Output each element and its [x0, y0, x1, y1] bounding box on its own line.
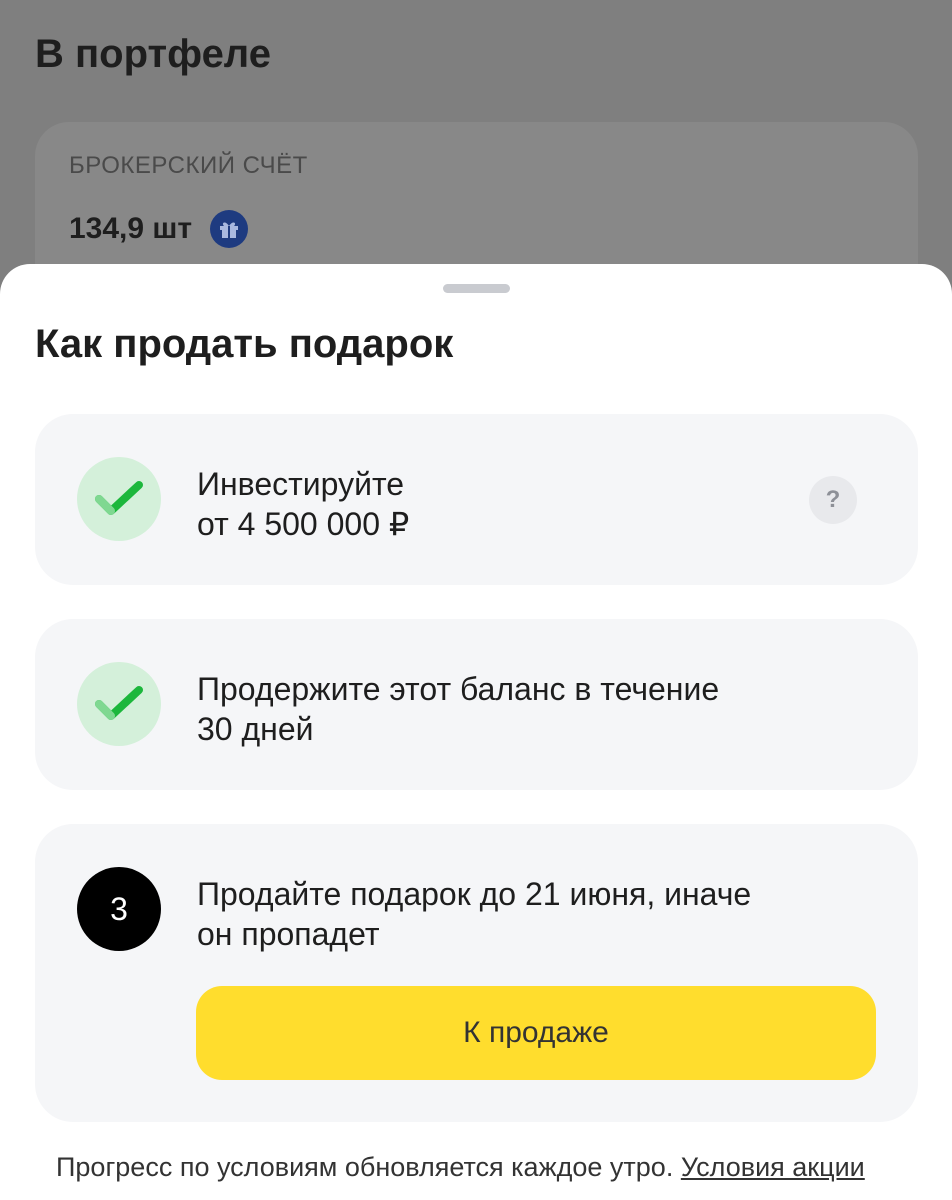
step-number-badge: 3 [77, 867, 161, 951]
bottom-sheet: Как продать подарок Инвестируйте от 4 50… [0, 264, 952, 1200]
step-line-1: Инвестируйте [197, 466, 405, 502]
step-line-2: он пропадет [197, 916, 380, 952]
quantity-value: 134,9 шт [69, 212, 193, 245]
step-line-1: Продержите этот баланс в течение [197, 671, 720, 707]
step-line-2: от 4 500 000 ₽ [197, 506, 410, 542]
gift-icon[interactable] [210, 210, 249, 248]
sheet-title: Как продать подарок [35, 322, 454, 366]
step-text: Продержите этот баланс в течение 30 дней [197, 669, 719, 749]
step-line-1: Продайте подарок до 21 июня, иначе [197, 876, 752, 912]
step-text: Продайте подарок до 21 июня, иначе он пр… [197, 874, 751, 954]
step-card-invest: Инвестируйте от 4 500 000 ₽ ? [35, 414, 918, 585]
footer-text: Прогресс по условиям обновляется каждое … [56, 1152, 681, 1182]
step-card-hold-balance: Продержите этот баланс в течение 30 дней [35, 619, 918, 790]
check-icon [77, 457, 161, 541]
sheet-grabber[interactable] [443, 284, 510, 293]
check-icon [77, 662, 161, 746]
step-card-sell-gift: 3 Продайте подарок до 21 июня, иначе он … [35, 824, 918, 1122]
help-icon[interactable]: ? [809, 476, 857, 524]
footer-note: Прогресс по условиям обновляется каждое … [56, 1152, 865, 1183]
quantity-row: 134,9 шт [69, 210, 249, 248]
promo-terms-link[interactable]: Условия акции [681, 1152, 865, 1182]
account-label: БРОКЕРСКИЙ СЧЁТ [69, 152, 308, 179]
step-text: Инвестируйте от 4 500 000 ₽ [197, 464, 409, 544]
step-line-2: 30 дней [197, 711, 314, 747]
portfolio-title: В портфеле [35, 32, 271, 76]
sell-button[interactable]: К продаже [196, 986, 876, 1080]
background-page: В портфеле БРОКЕРСКИЙ СЧЁТ 134,9 шт [0, 0, 952, 322]
